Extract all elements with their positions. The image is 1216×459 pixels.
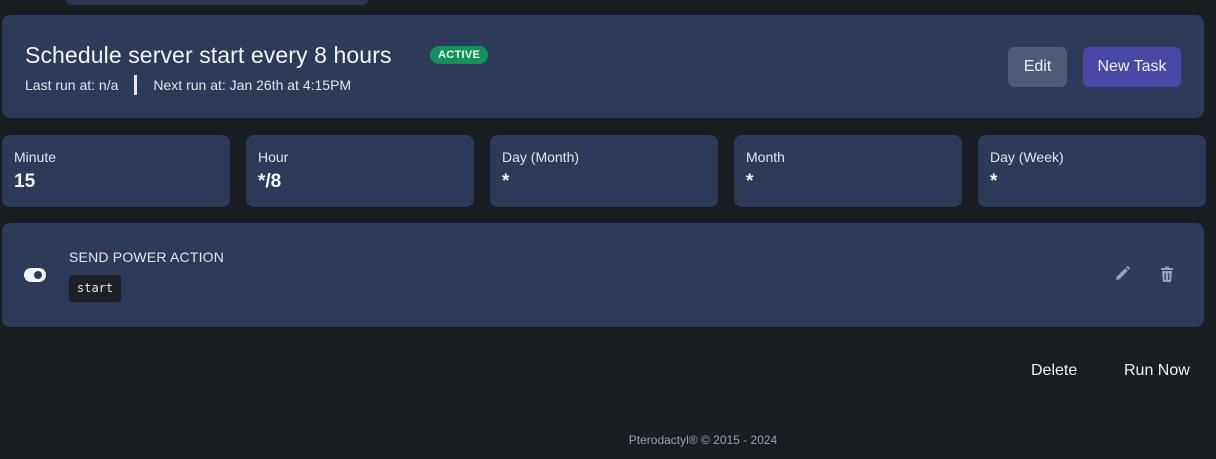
meta-divider (134, 75, 138, 95)
cron-month-card: Month * (734, 135, 962, 207)
footer-text: Pterodactyl® © 2015 - 2024 (628, 433, 778, 447)
cron-value: * (746, 171, 754, 192)
cron-day-week-card: Day (Week) * (978, 135, 1206, 207)
status-badge: ACTIVE (430, 46, 489, 64)
new-task-button[interactable]: New Task (1083, 47, 1181, 87)
run-now-button[interactable]: Run Now (1124, 362, 1190, 380)
delete-schedule-button[interactable]: Delete (1031, 362, 1077, 380)
cron-value: * (502, 171, 510, 192)
schedule-header-card: Schedule server start every 8 hours ACTI… (2, 15, 1204, 118)
pencil-icon[interactable] (1112, 264, 1132, 284)
cron-value: * (990, 171, 998, 192)
cron-label: Minute (14, 149, 57, 165)
task-payload: start (69, 275, 122, 302)
task-title: SEND POWER ACTION (69, 249, 225, 265)
schedule-run-info: Last run at: n/a Next run at: Jan 26th a… (25, 75, 351, 95)
trash-icon[interactable] (1157, 264, 1177, 284)
previous-panel-edge (66, 0, 368, 5)
last-run-text: Last run at: n/a (25, 77, 119, 93)
cron-day-month-card: Day (Month) * (490, 135, 718, 207)
schedule-title: Schedule server start every 8 hours (25, 42, 392, 68)
toggle-icon[interactable] (24, 267, 46, 283)
cron-hour-card: Hour */8 (246, 135, 474, 207)
cron-value: */8 (258, 171, 282, 192)
task-card: SEND POWER ACTION start (2, 223, 1204, 327)
cron-minute-card: Minute 15 (2, 135, 230, 207)
cron-label: Hour (258, 149, 289, 165)
edit-schedule-button[interactable]: Edit (1008, 47, 1067, 87)
next-run-text: Next run at: Jan 26th at 4:15PM (153, 77, 352, 93)
cron-label: Month (746, 149, 785, 165)
footer: Pterodactyl® © 2015 - 2024 (0, 433, 1216, 447)
cron-label: Day (Week) (990, 149, 1064, 165)
cron-label: Day (Month) (502, 149, 580, 165)
cron-value: 15 (14, 171, 36, 192)
